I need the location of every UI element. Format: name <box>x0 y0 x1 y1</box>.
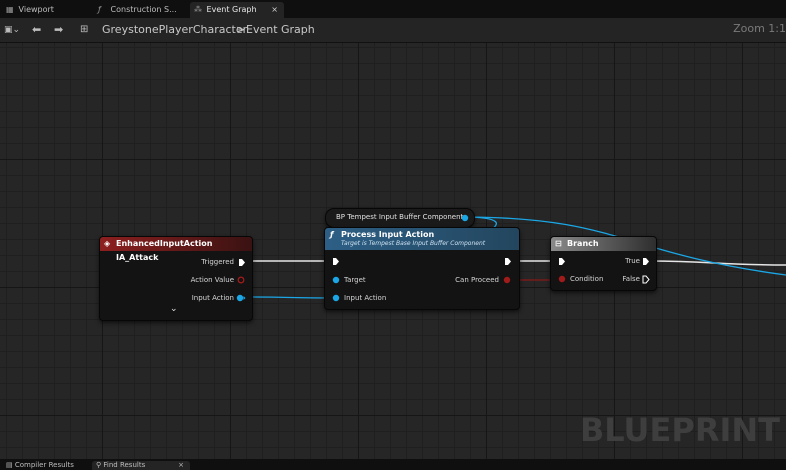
graph-icon: ⁂ <box>194 5 202 14</box>
node-process-input-action[interactable]: ƒ Process Input Action Target is Tempest… <box>324 227 520 310</box>
breadcrumb-current[interactable]: Event Graph <box>246 22 315 38</box>
branch-icon: ⊟ <box>555 239 562 248</box>
node-branch[interactable]: ⊟ Branch True Condition False <box>550 236 657 291</box>
object-pin-icon[interactable] <box>332 276 340 284</box>
close-icon[interactable]: × <box>271 2 278 18</box>
tab-compiler-results-label: Compiler Results <box>14 461 74 469</box>
node-enhanced-input-action[interactable]: ◈ EnhancedInputAction IA_Attack Triggere… <box>99 236 253 321</box>
exec-true-pin-icon[interactable] <box>642 257 650 266</box>
pin-label-triggered: Triggered <box>201 258 234 266</box>
tab-viewport[interactable]: ▦ Viewport <box>2 2 90 18</box>
object-pin-icon[interactable] <box>236 294 246 302</box>
editor-tab-bar: ▦ Viewport ƒ Construction S... ⁂ Event G… <box>0 0 786 18</box>
pin-label-input-action: Input Action <box>191 294 234 302</box>
input-action-wire <box>243 296 335 299</box>
exec-out-pin-icon[interactable] <box>504 257 512 266</box>
bottom-tab-bar: ▤ Compiler Results ⚲ Find Results × <box>0 459 786 470</box>
pin-label-false: False <box>622 275 640 283</box>
forward-arrow-icon[interactable]: ➡ <box>54 22 63 38</box>
pin-label-input-action: Input Action <box>344 294 387 302</box>
bool-pin-icon[interactable] <box>558 275 566 283</box>
object-pin-icon[interactable] <box>461 214 469 222</box>
tab-find-results-label: Find Results <box>103 461 146 469</box>
node-component-variable[interactable]: BP Tempest Input Buffer Component <box>325 208 475 228</box>
node-subtitle: Target is Tempest Base Input Buffer Comp… <box>341 240 486 247</box>
pin-label-action-value: Action Value <box>190 276 234 284</box>
close-icon[interactable]: × <box>178 461 184 470</box>
search-icon: ⚲ <box>96 461 102 469</box>
bool-pin-icon[interactable] <box>503 276 511 284</box>
pin-label-target: Target <box>344 276 366 284</box>
chevron-down-icon[interactable]: ⌄ <box>170 304 178 314</box>
breadcrumb-separator: > <box>236 23 246 36</box>
blueprint-watermark: BLUEPRINT <box>579 411 780 449</box>
variable-label: BP Tempest Input Buffer Component <box>336 213 464 221</box>
graph-toolbar: ▣⌄ ⬅ ➡ ⊞ GreystonePlayerCharacter > Even… <box>0 18 786 43</box>
bool-pin-icon[interactable] <box>237 276 245 284</box>
exec-false-pin-icon[interactable] <box>642 275 650 284</box>
hierarchy-icon: ⊞ <box>80 24 89 35</box>
node-header: ◈ EnhancedInputAction IA_Attack <box>100 237 252 262</box>
event-graph-canvas[interactable]: ◈ EnhancedInputAction IA_Attack Triggere… <box>0 43 786 459</box>
tab-find-results[interactable]: ⚲ Find Results × <box>92 461 190 470</box>
node-title: Process Input Action <box>341 230 435 239</box>
tab-construction-script[interactable]: ƒ Construction S... <box>94 2 186 18</box>
tab-construction-label: Construction S... <box>110 5 177 14</box>
viewport-icon: ▦ <box>6 5 14 14</box>
back-arrow-icon[interactable]: ⬅ <box>32 22 41 38</box>
function-icon: ƒ <box>98 5 101 14</box>
exec-pin-icon[interactable] <box>238 258 246 267</box>
node-header: ƒ Process Input Action Target is Tempest… <box>325 228 519 250</box>
object-pin-icon[interactable] <box>332 294 340 302</box>
tab-event-graph[interactable]: ⁂ Event Graph × <box>190 2 284 18</box>
compiler-results-icon: ▤ <box>6 461 13 469</box>
exec-in-pin-icon[interactable] <box>332 257 340 266</box>
graph-options-icon[interactable]: ▣⌄ <box>4 22 20 38</box>
tab-event-graph-label: Event Graph <box>206 5 257 14</box>
node-header: ⊟ Branch <box>551 237 656 251</box>
node-title: Branch <box>567 239 599 248</box>
zoom-level: Zoom 1:1 <box>733 22 786 35</box>
pin-label-true: True <box>625 257 640 265</box>
breadcrumb-root[interactable]: GreystonePlayerCharacter <box>102 22 247 38</box>
tab-compiler-results[interactable]: ▤ Compiler Results <box>2 461 90 470</box>
pin-label-condition: Condition <box>570 275 604 283</box>
pin-label-can-proceed: Can Proceed <box>455 276 499 284</box>
exec-in-pin-icon[interactable] <box>558 257 566 266</box>
event-icon: ◈ <box>104 239 111 248</box>
tab-viewport-label: Viewport <box>18 5 54 14</box>
node-title: EnhancedInputAction IA_Attack <box>116 239 213 262</box>
function-icon: ƒ <box>330 230 334 239</box>
